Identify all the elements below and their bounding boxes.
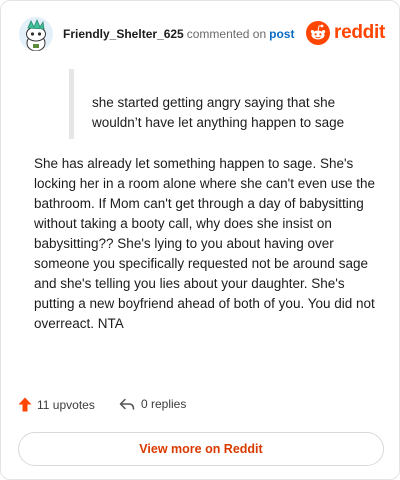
- comment-meta: Friendly_Shelter_625 commented on post: [63, 27, 294, 41]
- commented-on-text: commented on: [186, 27, 267, 41]
- upvote-arrow-icon: [18, 397, 32, 412]
- view-more-button[interactable]: View more on Reddit: [18, 432, 384, 466]
- reddit-wordmark: reddit: [334, 22, 385, 43]
- post-link[interactable]: post: [269, 27, 294, 41]
- user-avatar-icon[interactable]: [19, 17, 53, 51]
- reply-count: 0 replies: [141, 397, 187, 411]
- comment-body: She has already let something happen to …: [34, 156, 376, 331]
- comment-header: Friendly_Shelter_625 commented on post red…: [19, 17, 385, 53]
- upvote-count: 11 upvotes: [37, 397, 95, 412]
- reddit-logo[interactable]: reddit: [306, 20, 385, 46]
- reddit-snoo-icon: [306, 21, 331, 45]
- quote-block: she started getting angry saying that sh…: [69, 69, 374, 139]
- quote-text: she started getting angry saying that sh…: [92, 95, 345, 130]
- username-link[interactable]: Friendly_Shelter_625: [63, 27, 184, 41]
- comment-card: Friendly_Shelter_625 commented on post red…: [0, 0, 400, 480]
- upvote-button[interactable]: 11 upvotes: [18, 397, 95, 412]
- reply-button[interactable]: 0 replies: [119, 397, 186, 411]
- reply-arrow-icon: [119, 398, 135, 410]
